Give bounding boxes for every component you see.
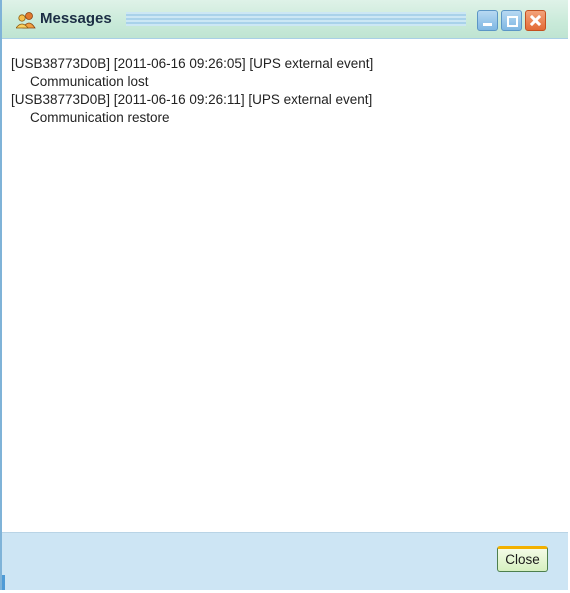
close-icon[interactable] bbox=[525, 10, 546, 31]
minimize-icon[interactable] bbox=[477, 10, 498, 31]
users-icon bbox=[16, 12, 36, 29]
dialog-footer: Close bbox=[2, 533, 568, 590]
maximize-icon[interactable] bbox=[501, 10, 522, 31]
message-body: Communication restore bbox=[30, 110, 170, 125]
message-body: Communication lost bbox=[30, 74, 149, 89]
messages-window: Messages [USB38773D0B] [2011-06-16 09:26… bbox=[0, 0, 568, 590]
message-header: [USB38773D0B] [2011-06-16 09:26:11] [UPS… bbox=[11, 92, 373, 107]
resize-edge bbox=[2, 575, 5, 590]
message-header: [USB38773D0B] [2011-06-16 09:26:05] [UPS… bbox=[11, 56, 374, 71]
title-bar-stripes bbox=[126, 12, 466, 26]
close-button[interactable]: Close bbox=[497, 546, 548, 572]
title-bar[interactable]: Messages bbox=[2, 0, 568, 39]
window-title: Messages bbox=[40, 10, 112, 27]
message-list[interactable]: [USB38773D0B] [2011-06-16 09:26:05] [UPS… bbox=[2, 39, 568, 533]
